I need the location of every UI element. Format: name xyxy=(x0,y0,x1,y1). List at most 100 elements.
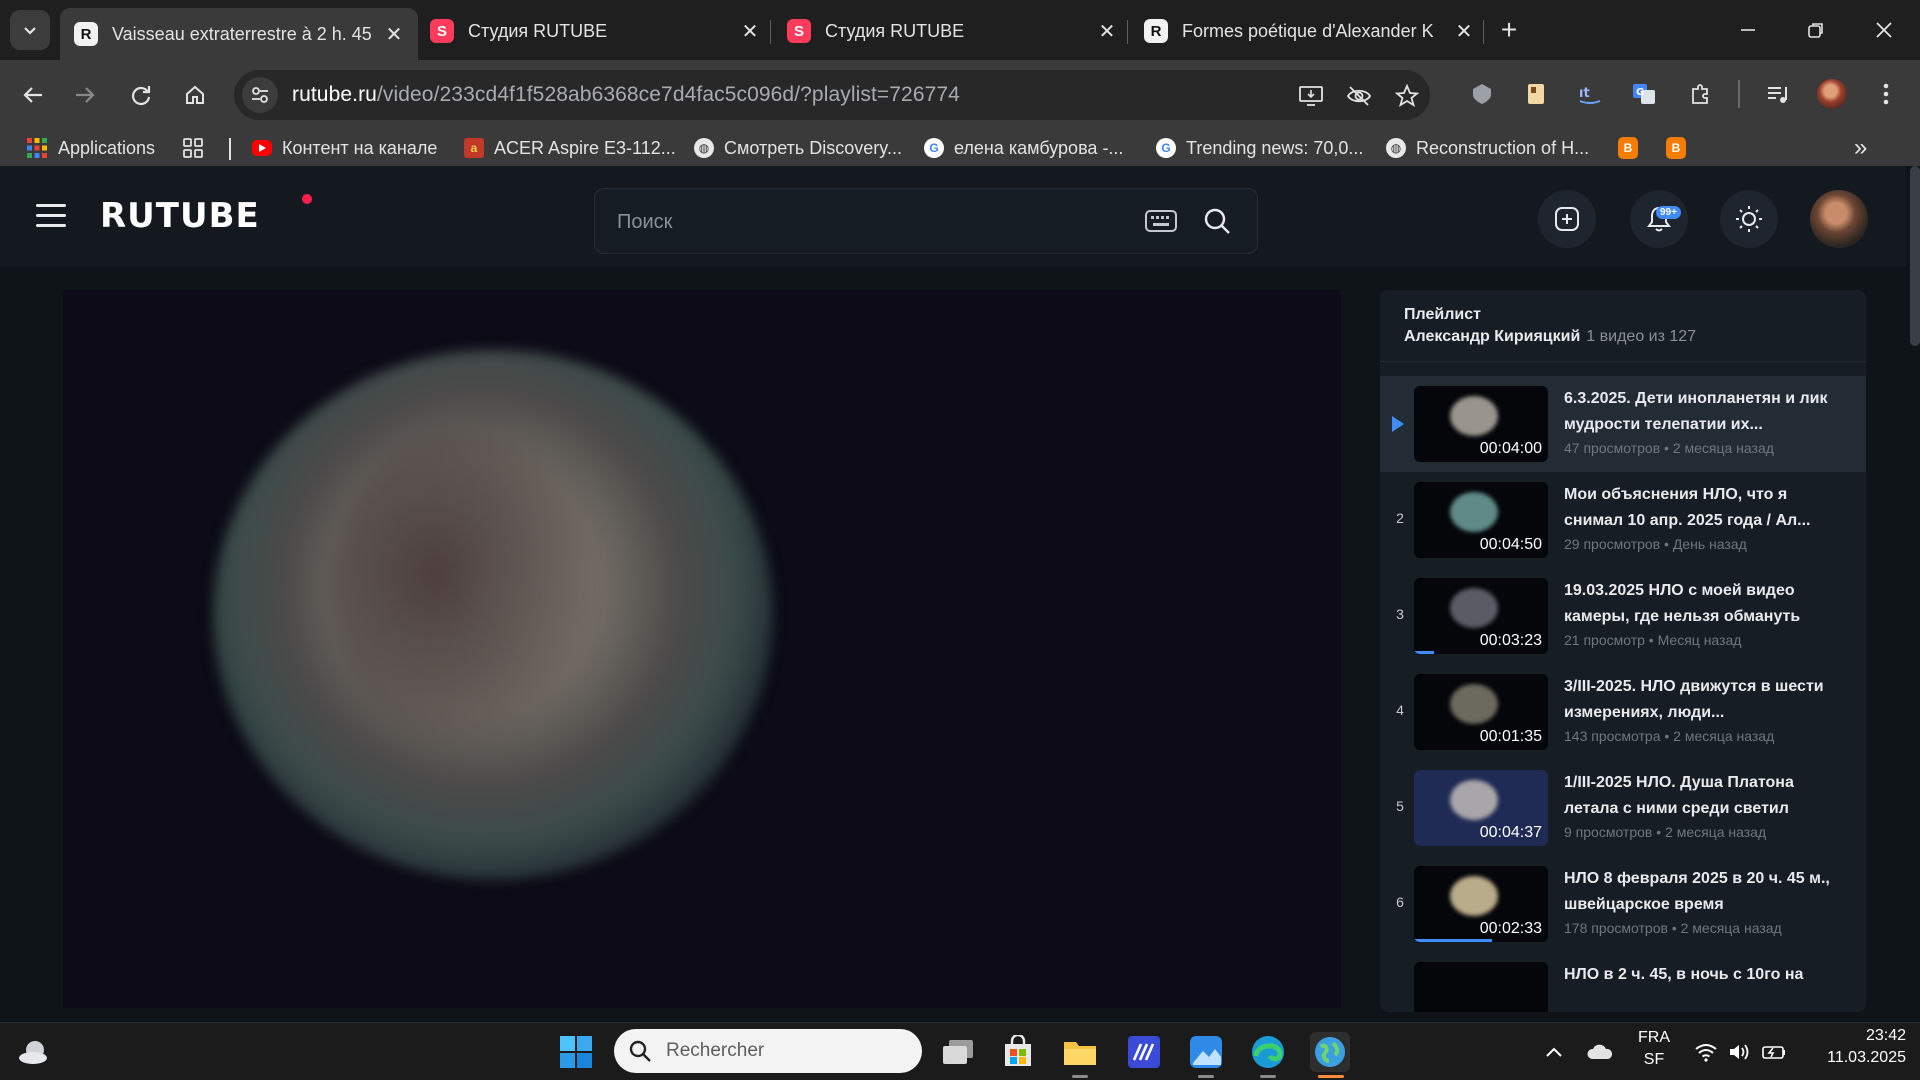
tab-4[interactable]: R Formes poétique d'Alexander K ✕ xyxy=(1130,8,1488,54)
more-vertical-icon xyxy=(1883,83,1889,105)
microsoft-store-button[interactable] xyxy=(998,1032,1038,1072)
close-window-button[interactable] xyxy=(1864,12,1904,48)
bookmark-blogger-1[interactable]: B xyxy=(1618,134,1648,162)
playlist-item[interactable]: 5 00:04:37 1/III-2025 НЛО. Душа Платона … xyxy=(1380,760,1866,856)
theme-toggle-button[interactable] xyxy=(1720,190,1778,248)
input-language-top[interactable]: FRA xyxy=(1634,1029,1674,1047)
start-button[interactable] xyxy=(556,1032,596,1072)
tab-search-button[interactable] xyxy=(10,10,50,50)
close-icon[interactable]: ✕ xyxy=(1097,19,1117,44)
clock-date[interactable]: 11.03.2025 xyxy=(1802,1049,1906,1067)
extension-card-button[interactable] xyxy=(1520,78,1552,110)
address-bar[interactable]: rutube.ru/video/233cd4f1f528ab6368ce7d4f… xyxy=(234,70,1430,120)
file-explorer-button[interactable] xyxy=(1060,1032,1100,1072)
watch-progress-bar xyxy=(1414,651,1435,654)
battery-button[interactable] xyxy=(1754,1032,1794,1072)
watch-progress-bar xyxy=(1414,939,1492,942)
playlist-item[interactable]: 00:04:00 6.3.2025. Дети инопланетян и ли… xyxy=(1380,376,1866,472)
keyboard-button[interactable] xyxy=(1145,209,1177,238)
tab-2[interactable]: S Студия RUTUBE ✕ xyxy=(416,8,774,54)
site-info-button[interactable] xyxy=(242,77,278,113)
video-meta: 47 просмотров • 2 месяца назад xyxy=(1564,440,1774,456)
onedrive-button[interactable] xyxy=(1580,1032,1620,1072)
reload-button[interactable] xyxy=(122,76,160,114)
tab-3[interactable]: S Студия RUTUBE ✕ xyxy=(773,8,1131,54)
playlist-item[interactable]: 2 00:04:50 Мои объяснения НЛО, что я сни… xyxy=(1380,472,1866,568)
playlist-item[interactable]: 3 00:03:23 19.03.2025 НЛО с моей видео к… xyxy=(1380,568,1866,664)
bookmark-youtube-content[interactable]: Контент на канале xyxy=(252,134,437,162)
bookmark-discovery[interactable]: ◍ Смотреть Discovery... xyxy=(694,134,902,162)
cloud-icon xyxy=(1587,1044,1613,1059)
minimize-button[interactable] xyxy=(1728,12,1768,48)
reload-icon xyxy=(131,86,151,106)
search-submit-button[interactable] xyxy=(1203,207,1231,240)
bookmark-star-button[interactable] xyxy=(1394,83,1420,109)
install-app-button[interactable] xyxy=(1298,83,1324,109)
store-icon xyxy=(1005,1035,1031,1066)
edge-button[interactable] xyxy=(1248,1032,1288,1072)
menu-burger-button[interactable] xyxy=(36,204,66,228)
back-button[interactable] xyxy=(14,76,52,114)
show-hidden-icons-button[interactable] xyxy=(1534,1032,1574,1072)
video-player[interactable] xyxy=(63,290,1341,1008)
app-launcher-button[interactable] xyxy=(1124,1032,1164,1072)
close-icon[interactable]: ✕ xyxy=(740,19,760,44)
video-title: НЛО в 2 ч. 45, в ночь с 10го на xyxy=(1564,966,1804,983)
search-input[interactable] xyxy=(617,207,1117,237)
chrome-active-button[interactable] xyxy=(1310,1032,1350,1072)
tab-1[interactable]: R Vaisseau extraterrestre à 2 h. 45 ✕ xyxy=(60,8,418,60)
tab-separator xyxy=(1483,20,1484,44)
playlist-author[interactable]: Александр Кирияцкий xyxy=(1404,328,1580,345)
search-box[interactable] xyxy=(594,188,1258,254)
bookmark-blogger-2[interactable]: B xyxy=(1666,134,1696,162)
id-card-icon xyxy=(1528,84,1544,104)
close-icon xyxy=(1876,22,1892,38)
weather-widget[interactable] xyxy=(14,1032,54,1072)
bookmark-applications[interactable]: Applications xyxy=(26,134,155,162)
profile-button[interactable] xyxy=(1816,78,1848,110)
notifications-badge: 99+ xyxy=(1656,206,1681,219)
rutube-favicon-icon: R xyxy=(74,22,98,46)
rutube-logo[interactable]: RUTUBE xyxy=(100,196,260,236)
puzzle-icon xyxy=(1692,84,1708,104)
bookmark-kamburova[interactable]: G елена камбурова -... xyxy=(924,134,1123,162)
menu-button[interactable] xyxy=(1870,78,1902,110)
restore-button[interactable] xyxy=(1796,12,1836,48)
upload-video-button[interactable] xyxy=(1538,190,1596,248)
extension-translate-text-button[interactable]: ıt xyxy=(1574,78,1606,110)
playlist-item[interactable]: 6 00:02:33 НЛО 8 февраля 2025 в 20 ч. 45… xyxy=(1380,856,1866,952)
tracking-protection-button[interactable] xyxy=(1346,83,1372,109)
notifications-button[interactable] xyxy=(1630,190,1688,248)
home-button[interactable] xyxy=(176,76,214,114)
taskbar-search-input[interactable] xyxy=(666,1040,886,1062)
close-icon[interactable]: ✕ xyxy=(1454,19,1474,44)
forward-button[interactable] xyxy=(66,76,104,114)
playlist-header: Плейлист Александр Кирияцкий 1 видео из 1… xyxy=(1380,290,1866,362)
extensions-button[interactable] xyxy=(1684,78,1716,110)
chevron-down-icon xyxy=(24,27,36,35)
user-avatar[interactable] xyxy=(1810,190,1868,248)
playlist-item[interactable]: 4 00:01:35 3/III-2025. НЛО движутся в ше… xyxy=(1380,664,1866,760)
bookmark-reconstruction[interactable]: ◍ Reconstruction of H... xyxy=(1386,134,1589,162)
photos-app-button[interactable] xyxy=(1186,1032,1226,1072)
extension-shield-button[interactable] xyxy=(1466,78,1498,110)
media-controls-button[interactable] xyxy=(1762,78,1794,110)
google-translate-button[interactable]: G xyxy=(1628,78,1660,110)
clock-time[interactable]: 23:42 xyxy=(1802,1027,1906,1045)
battery-icon xyxy=(1762,1046,1785,1059)
video-title: 19.03.2025 НЛО с моей видео камеры, где … xyxy=(1564,582,1801,625)
taskbar-search[interactable] xyxy=(614,1029,922,1073)
video-title: 6.3.2025. Дети инопланетян и лик мудрост… xyxy=(1564,390,1828,433)
page-scrollbar[interactable] xyxy=(1910,166,1920,346)
task-view-button[interactable] xyxy=(938,1032,978,1072)
tab-groups-button[interactable] xyxy=(182,134,204,162)
bookmark-acer[interactable]: a ACER Aspire E3-112... xyxy=(464,134,676,162)
new-tab-button[interactable]: + xyxy=(1494,14,1524,46)
playlist-item[interactable]: НЛО в 2 ч. 45, в ночь с 10го на xyxy=(1380,952,1866,1012)
bookmark-trending-news[interactable]: G Trending news: 70,0... xyxy=(1156,134,1363,162)
playlist-panel: Плейлист Александр Кирияцкий 1 видео из 1… xyxy=(1380,290,1866,1012)
more-bookmarks-button[interactable]: » xyxy=(1854,134,1867,162)
tab-separator xyxy=(770,20,771,44)
close-icon[interactable]: ✕ xyxy=(384,22,404,47)
input-language-bottom[interactable]: SF xyxy=(1634,1051,1674,1069)
